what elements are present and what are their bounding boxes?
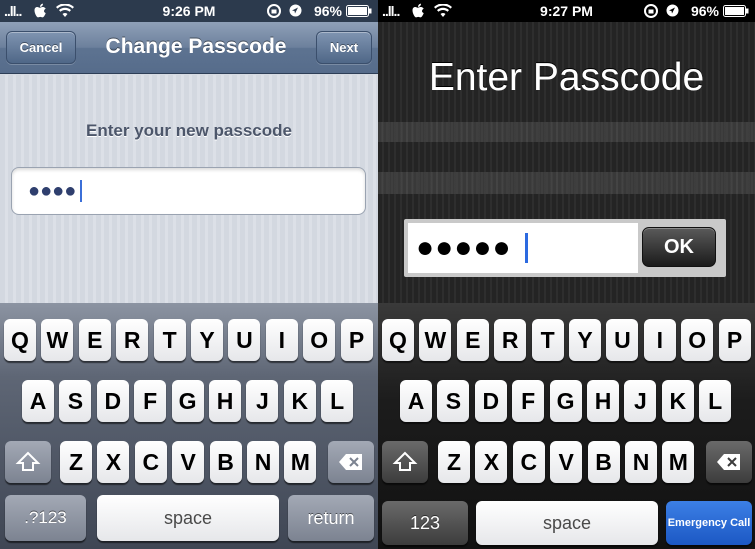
key-y[interactable]: Y [569,319,601,361]
passcode-dots: ●●●● [28,180,77,202]
key-x[interactable]: X [97,441,130,483]
next-button[interactable]: Next [316,31,372,64]
key-m[interactable]: M [284,441,317,483]
battery-percent: 96% [313,3,342,19]
key-q[interactable]: Q [4,319,36,361]
key-t[interactable]: T [531,319,564,361]
key-b[interactable]: B [209,441,242,483]
key-u[interactable]: U [228,319,261,361]
key-e[interactable]: E [456,319,489,361]
key-g[interactable]: G [171,380,204,422]
delete-key[interactable] [328,441,374,483]
location-icon [289,4,302,17]
key-j[interactable]: J [246,380,279,422]
text-cursor [525,233,528,263]
key-f[interactable]: F [512,380,545,422]
rotation-lock-icon [267,4,281,18]
key-s[interactable]: S [437,380,470,422]
ok-button[interactable]: OK [642,227,716,267]
key-q[interactable]: Q [382,319,414,361]
passcode-content: Enter your new passcode ●●●● [0,75,378,303]
status-bar: ..ll.. 9:27 PM 96% [378,0,755,22]
key-u[interactable]: U [606,319,639,361]
key-d[interactable]: D [474,380,507,422]
page-title: Change Passcode [105,35,287,58]
shift-key[interactable] [382,441,428,483]
key-p[interactable]: P [718,319,751,361]
passcode-input[interactable]: ●●●● [11,167,366,215]
shift-icon [392,451,418,471]
key-n[interactable]: N [625,441,657,483]
key-b[interactable]: B [587,441,620,483]
key-l[interactable]: L [699,380,732,422]
key-o[interactable]: O [681,319,714,361]
rotation-lock-icon [644,4,658,18]
numbers-key[interactable]: .?123 [5,495,86,541]
emergency-call-key[interactable]: Emergency Call [666,501,752,545]
enter-passcode-screen: ..ll.. 9:27 PM 96% Enter Passcode ●●●●● … [378,0,755,549]
key-m[interactable]: M [662,441,695,483]
background-band [378,172,755,194]
space-key[interactable]: space [97,495,279,541]
location-icon [666,4,679,17]
page-title: Enter Passcode [428,56,705,99]
battery-icon [723,5,749,17]
key-h[interactable]: H [587,380,619,422]
key-z[interactable]: Z [438,441,470,483]
key-w[interactable]: W [419,319,452,361]
text-cursor [80,180,82,202]
space-key[interactable]: space [476,501,658,545]
key-g[interactable]: G [549,380,582,422]
passcode-dots: ●●●●● [416,231,512,264]
key-c[interactable]: C [512,441,545,483]
key-z[interactable]: Z [60,441,92,483]
passcode-prompt: Enter your new passcode [86,121,292,140]
keyboard: QWERTYUIOP ASDFGHJKL ZXCVBNM 123 space Eme… [378,303,755,549]
battery-percent: 96% [690,3,719,19]
key-y[interactable]: Y [191,319,223,361]
key-t[interactable]: T [153,319,186,361]
key-k[interactable]: K [661,380,694,422]
lock-screen-content: Enter Passcode ●●●●● OK [378,22,755,303]
numbers-key[interactable]: 123 [382,501,468,545]
key-x[interactable]: X [475,441,508,483]
key-f[interactable]: F [134,380,167,422]
return-key[interactable]: return [288,495,374,541]
background-band [378,122,755,142]
key-a[interactable]: A [22,380,54,422]
cancel-button[interactable]: Cancel [6,31,76,64]
key-c[interactable]: C [134,441,167,483]
passcode-entry: ●●●●● OK [404,219,726,277]
key-v[interactable]: V [172,441,205,483]
key-n[interactable]: N [247,441,279,483]
keyboard: QWERTYUIOP ASDFGHJKL ZXCVBNM .?123 space r… [0,303,378,549]
delete-icon [339,454,362,470]
key-e[interactable]: E [78,319,111,361]
key-s[interactable]: S [59,380,92,422]
key-r[interactable]: R [116,319,149,361]
key-i[interactable]: I [265,319,298,361]
key-h[interactable]: H [209,380,241,422]
battery-icon [346,5,372,17]
status-bar: ..ll.. 9:26 PM 96% [0,0,378,22]
key-d[interactable]: D [96,380,129,422]
key-p[interactable]: P [340,319,373,361]
navigation-bar: Cancel Change Passcode Next [0,22,378,74]
key-a[interactable]: A [400,380,432,422]
shift-icon [15,451,41,471]
delete-icon [717,454,740,470]
key-i[interactable]: I [643,319,676,361]
key-j[interactable]: J [624,380,657,422]
passcode-input[interactable]: ●●●●● [408,223,638,273]
key-w[interactable]: W [41,319,74,361]
key-l[interactable]: L [321,380,354,422]
key-v[interactable]: V [550,441,583,483]
key-k[interactable]: K [283,380,316,422]
key-o[interactable]: O [303,319,336,361]
shift-key[interactable] [5,441,51,483]
key-r[interactable]: R [494,319,527,361]
delete-key[interactable] [706,441,752,483]
change-passcode-screen: ..ll.. 9:26 PM 96% Cancel Change Passcod… [0,0,378,549]
